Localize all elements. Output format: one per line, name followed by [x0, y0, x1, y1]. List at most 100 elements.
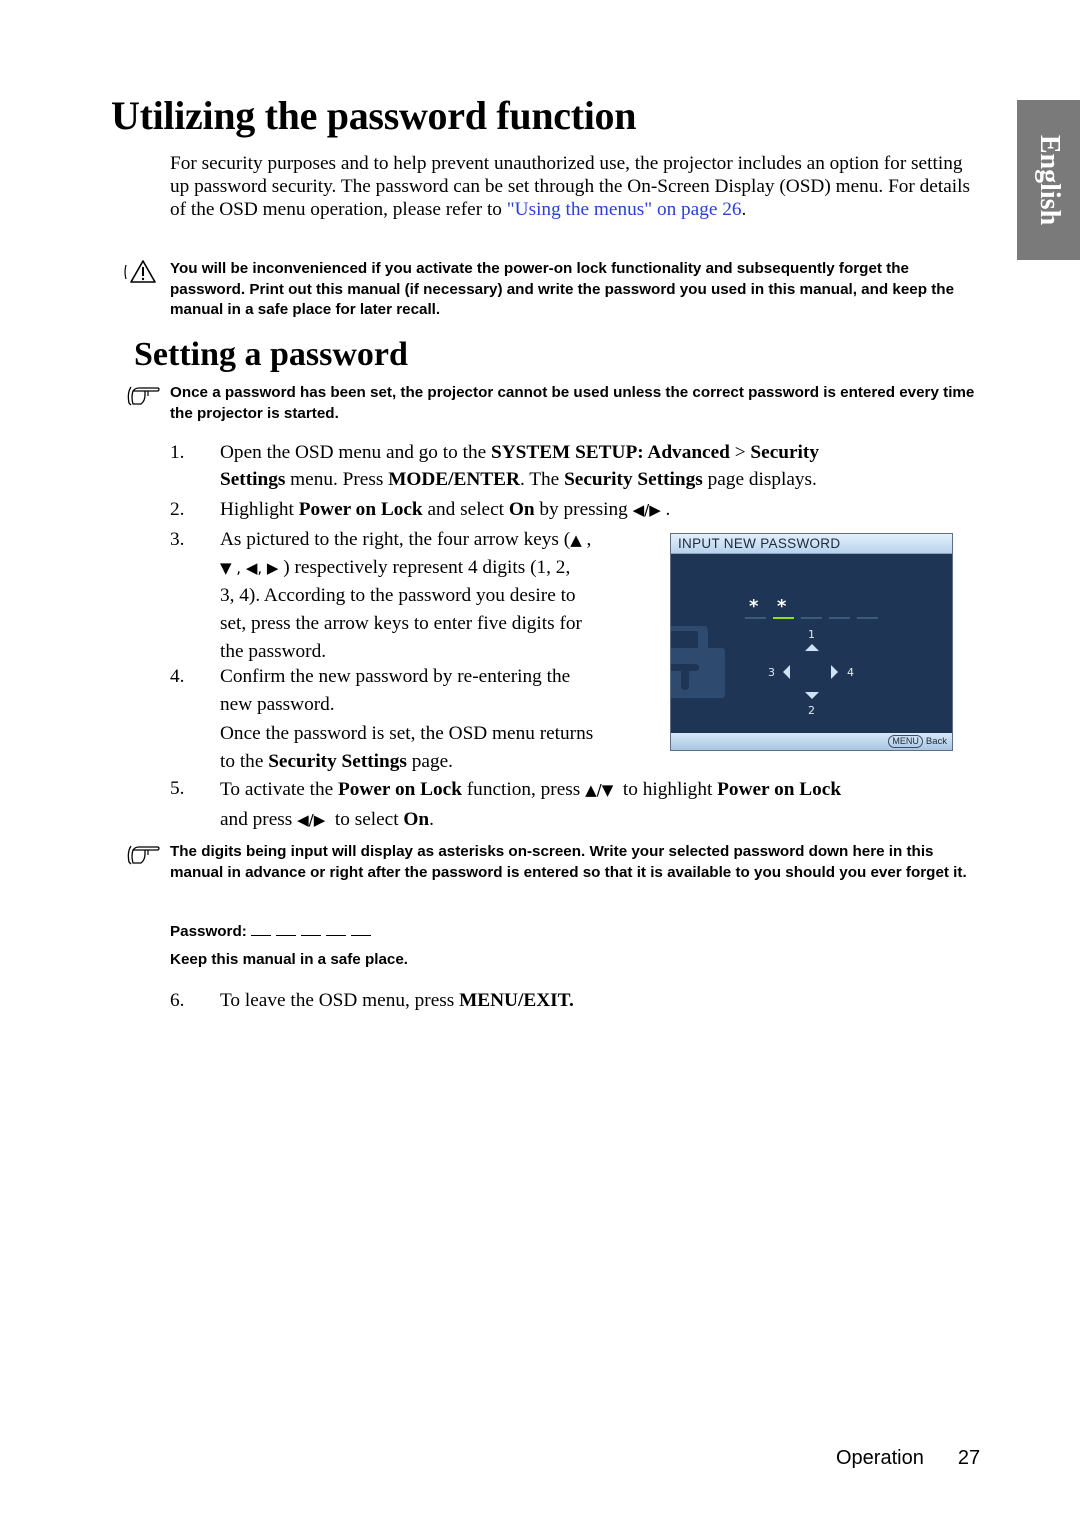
setting-name: Power on Lock: [717, 779, 842, 800]
text: Once the password is set, the OSD menu r…: [220, 723, 594, 744]
menu-path: Settings: [220, 469, 286, 490]
up-arrow-icon: ▲: [570, 531, 582, 549]
osd-footer: MENU Back: [671, 733, 952, 750]
intro-period: .: [741, 199, 747, 221]
text: ,: [581, 529, 592, 550]
key-name: MENU/EXIT.: [459, 990, 574, 1011]
osd-back-label: Back: [925, 736, 947, 747]
section-title: Setting a password: [134, 336, 408, 373]
up-arrow-icon: [805, 644, 819, 651]
password-slot: [745, 617, 766, 619]
pointing-hand-icon: [127, 386, 160, 406]
text: by pressing: [534, 499, 633, 520]
text: Confirm the new password by re-entering …: [220, 666, 571, 687]
step-6-text: To leave the OSD menu, press MENU/EXIT.: [220, 987, 574, 1014]
text: to select: [325, 809, 404, 830]
intro-paragraph: For security purposes and to help preven…: [170, 152, 970, 222]
text: to highlight: [613, 779, 718, 800]
password-blank: [326, 921, 347, 936]
password-slot: [773, 617, 794, 619]
warning-icon: [124, 260, 156, 283]
text: and press: [220, 809, 298, 830]
warning-text: You will be inconvenienced if you activa…: [170, 260, 955, 318]
down-arrow-icon: [805, 692, 819, 699]
left-arrow-icon: [783, 665, 790, 679]
step-1-text: Open the OSD menu and go to the SYSTEM S…: [220, 439, 819, 493]
tip-note: Once a password has been set, the projec…: [120, 383, 980, 424]
left-right-arrow-keys-icon: ◀/▶: [297, 811, 326, 829]
text: ) respectively represent 4 digits (1, 2,: [278, 557, 571, 578]
left-right-arrow-keys-icon: ◀/▶: [632, 501, 661, 519]
menu-key-icon: MENU: [888, 735, 923, 748]
digit-label-left: 3: [768, 666, 775, 679]
password-slot: [857, 617, 878, 619]
footer-section: Operation: [836, 1447, 924, 1469]
password-blank: [276, 921, 297, 936]
step-number: 3.: [170, 529, 185, 550]
password-asterisk: *: [777, 596, 787, 617]
up-down-arrow-keys-icon: ▲/▼: [585, 781, 614, 799]
step-5-text: To activate the Power on Lock function, …: [220, 775, 841, 835]
menu-path: Security Settings: [564, 469, 703, 490]
text: the password.: [220, 641, 327, 662]
right-arrow-icon: [831, 665, 838, 679]
text: To activate the: [220, 779, 339, 800]
page-number: 27: [957, 1447, 981, 1469]
warning-note: You will be inconvenienced if you activa…: [120, 259, 980, 321]
password-asterisk: *: [749, 596, 759, 617]
text: Open the OSD menu and go to the: [220, 442, 491, 463]
step-2-text: Highlight Power on Lock and select On by…: [220, 496, 670, 524]
password-blanks: [251, 923, 376, 940]
page-footer: Operation 27: [836, 1446, 980, 1470]
step-number: 2.: [170, 499, 185, 520]
language-tab: English: [1017, 100, 1080, 260]
password-slot: [829, 617, 850, 619]
text: To leave the OSD menu, press: [220, 990, 460, 1011]
password-write-in: Password:: [170, 921, 376, 942]
password-blank: [251, 921, 272, 936]
tip-note: The digits being input will display as a…: [120, 842, 980, 883]
osd-header: INPUT NEW PASSWORD: [671, 534, 952, 554]
menu-path: SYSTEM SETUP: Advanced: [490, 442, 730, 463]
tip-text: Once a password has been set, the projec…: [170, 384, 975, 422]
lock-icon: [671, 626, 725, 698]
text: Highlight: [220, 499, 299, 520]
setting-name: Power on Lock: [338, 779, 462, 800]
text: new password.: [220, 693, 335, 715]
osd-password-screen: INPUT NEW PASSWORD * * 1 3 4 2 MENU Back: [670, 533, 953, 751]
text: and select: [422, 499, 509, 520]
pointing-hand-icon: [127, 845, 160, 865]
text: >: [729, 442, 751, 463]
tip-text: The digits being input will display as a…: [170, 843, 967, 881]
menus-page-link[interactable]: "Using the menus" on page 26: [507, 199, 742, 220]
key-name: MODE/ENTER: [388, 469, 520, 490]
step-4-text: Confirm the new password by re-entering …: [220, 663, 593, 775]
text: function, press: [461, 779, 586, 800]
text: to the: [220, 750, 269, 772]
menu-path: Security: [750, 442, 819, 463]
text: page.: [406, 750, 453, 772]
page-title: Utilizing the password function: [111, 93, 637, 138]
arrow-keys-icon: ▼ , ◀, ▶: [220, 559, 279, 577]
menu-path: Security Settings: [268, 750, 407, 772]
step-number: 5.: [170, 778, 185, 799]
language-tab-label: English: [1033, 134, 1065, 226]
keep-manual-reminder: Keep this manual in a safe place.: [170, 951, 409, 968]
password-label: Password:: [170, 923, 247, 940]
digit-label-right: 4: [847, 666, 854, 679]
digit-label-down: 2: [808, 704, 815, 717]
text: 3, 4). According to the password you des…: [220, 585, 576, 606]
text: menu. Press: [285, 469, 389, 490]
password-slot: [801, 617, 822, 619]
setting-value: On: [403, 809, 430, 830]
text: set, press the arrow keys to enter five …: [220, 613, 582, 634]
text: . The: [519, 469, 565, 490]
setting-value: On: [508, 499, 535, 520]
step-number: 4.: [170, 666, 185, 687]
text: page displays.: [702, 469, 817, 490]
text: .: [660, 499, 671, 520]
setting-name: Power on Lock: [298, 499, 423, 520]
password-blank: [351, 921, 372, 936]
step-3-text: As pictured to the right, the four arrow…: [220, 526, 591, 666]
digit-label-up: 1: [808, 628, 815, 641]
